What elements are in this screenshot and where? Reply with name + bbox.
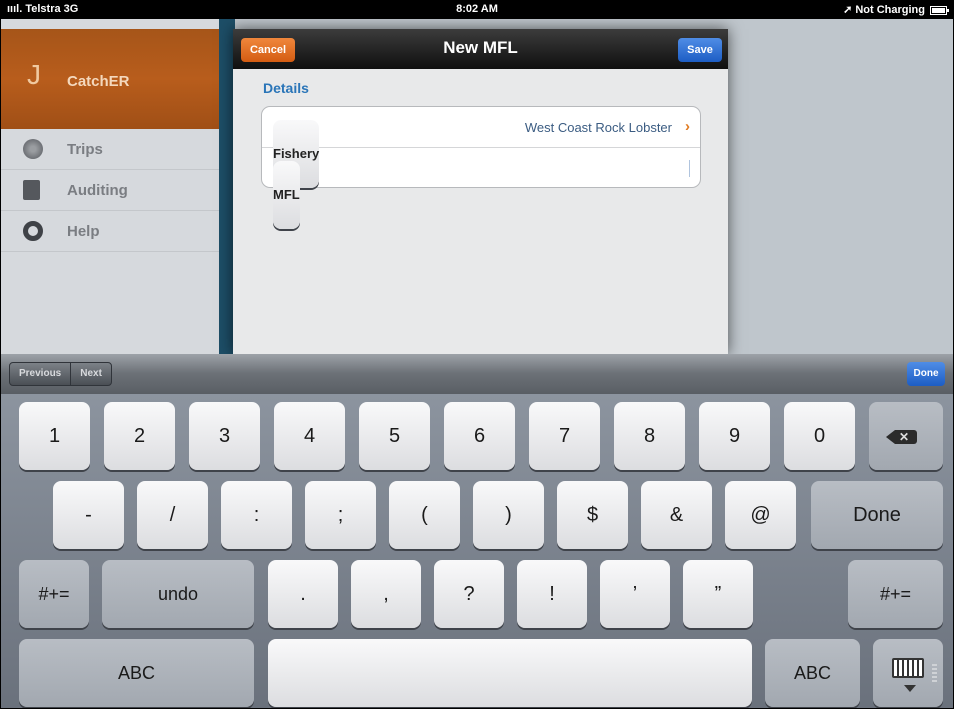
space-key[interactable] [268, 639, 752, 707]
app-header: J CatchER [1, 29, 219, 129]
document-icon [23, 180, 40, 200]
abc-key-left[interactable]: ABC [19, 639, 254, 707]
key-comma[interactable]: , [351, 560, 421, 628]
status-bar: ıııl. Telstra 3G 8:02 AM ➚ Not Charging [1, 1, 953, 19]
key-semicolon[interactable]: ; [305, 481, 376, 549]
key-hyphen[interactable]: - [53, 481, 124, 549]
sidebar-item-label: Auditing [67, 182, 128, 199]
fishery-row[interactable]: Fishery West Coast Rock Lobster › [262, 107, 700, 188]
previous-button[interactable]: Previous [10, 363, 70, 385]
sidebar: J CatchER Trips Auditing Help [1, 19, 219, 354]
mfl-label: MFL [273, 161, 300, 229]
battery-icon [930, 6, 949, 15]
text-cursor [689, 160, 690, 177]
sidebar-item-auditing[interactable]: Auditing [1, 170, 219, 211]
fishery-value: West Coast Rock Lobster [524, 120, 672, 135]
key-colon[interactable]: : [221, 481, 292, 549]
keyboard-accessory-bar: Previous Next Done [1, 354, 953, 395]
accessory-done-button[interactable]: Done [907, 362, 945, 386]
sidebar-item-trips[interactable]: Trips [1, 129, 219, 170]
keyboard-icon [892, 657, 924, 678]
key-more-symbols-right[interactable]: #+= [848, 560, 943, 628]
undo-key[interactable]: undo [102, 560, 254, 628]
save-button[interactable]: Save [678, 38, 722, 62]
key-6[interactable]: 6 [444, 402, 515, 470]
key-2[interactable]: 2 [104, 402, 175, 470]
key-close-paren[interactable]: ) [473, 481, 544, 549]
abc-key-right[interactable]: ABC [765, 639, 860, 707]
new-mfl-modal: Cancel New MFL Save Details Fishery West… [233, 29, 728, 354]
key-exclamation[interactable]: ! [517, 560, 587, 628]
on-screen-keyboard: 1 2 3 4 5 6 7 8 9 0 - / : ; ( ) $ & @ Do… [1, 394, 953, 708]
key-open-paren[interactable]: ( [389, 481, 460, 549]
sidebar-item-label: Trips [67, 141, 103, 158]
done-key[interactable]: Done [811, 481, 943, 549]
key-5[interactable]: 5 [359, 402, 430, 470]
prev-next-control: Previous Next [9, 362, 112, 386]
key-0[interactable]: 0 [784, 402, 855, 470]
key-8[interactable]: 8 [614, 402, 685, 470]
charging-status: ➚ Not Charging [843, 4, 925, 16]
modal-navigation-bar: Cancel New MFL Save [233, 29, 728, 69]
key-7[interactable]: 7 [529, 402, 600, 470]
key-period[interactable]: . [268, 560, 338, 628]
key-slash[interactable]: / [137, 481, 208, 549]
backspace-icon [886, 426, 917, 448]
key-ampersand[interactable]: & [641, 481, 712, 549]
modal-title: New MFL [443, 38, 518, 57]
chevron-right-icon: › [685, 118, 690, 135]
ipad-screen: ıııl. Telstra 3G 8:02 AM ➚ Not Charging … [0, 0, 954, 709]
key-quote[interactable]: ” [683, 560, 753, 628]
key-9[interactable]: 9 [699, 402, 770, 470]
globe-icon [23, 139, 43, 159]
app-name: CatchER [67, 73, 130, 90]
key-apostrophe[interactable]: ’ [600, 560, 670, 628]
hook-logo-icon: J [27, 59, 41, 90]
hide-keyboard-key[interactable] [873, 639, 943, 707]
grip-handle [932, 664, 937, 684]
chevron-down-icon [904, 685, 916, 692]
section-header-details: Details [263, 80, 309, 96]
details-form-group: Fishery West Coast Rock Lobster › MFL [261, 106, 701, 229]
key-dollar[interactable]: $ [557, 481, 628, 549]
sidebar-item-label: Help [67, 223, 100, 240]
sidebar-item-help[interactable]: Help [1, 211, 219, 252]
clock: 8:02 AM [456, 3, 498, 15]
next-button[interactable]: Next [71, 363, 111, 385]
mfl-row[interactable]: MFL [262, 148, 700, 229]
key-1[interactable]: 1 [19, 402, 90, 470]
key-4[interactable]: 4 [274, 402, 345, 470]
key-at[interactable]: @ [725, 481, 796, 549]
key-3[interactable]: 3 [189, 402, 260, 470]
key-more-symbols-left[interactable]: #+= [19, 560, 89, 628]
key-question[interactable]: ? [434, 560, 504, 628]
lifebuoy-icon [23, 221, 43, 241]
backspace-key[interactable] [869, 402, 943, 470]
